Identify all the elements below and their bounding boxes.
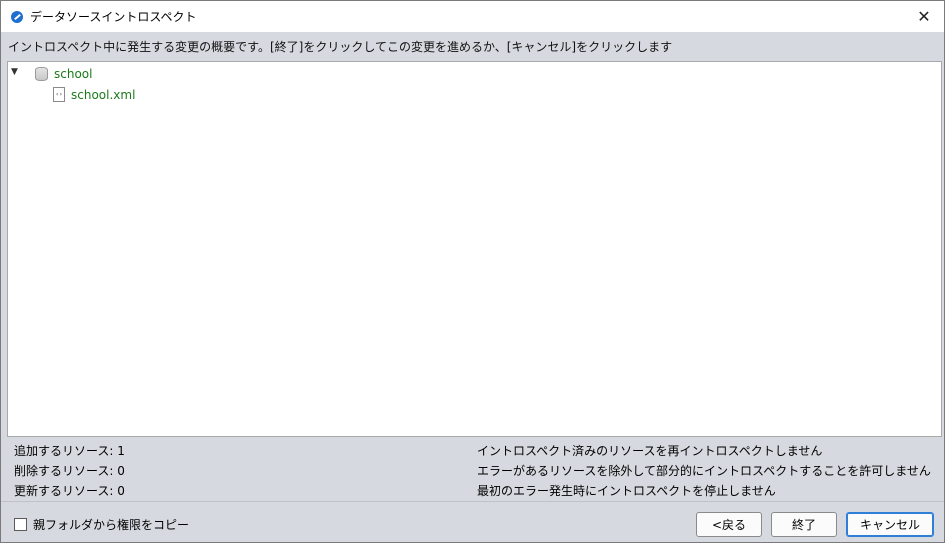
added-count: 追加するリソース: 1 [14,444,125,458]
updated-count: 更新するリソース: 0 [14,484,125,498]
cancel-button[interactable]: キャンセル [846,512,934,537]
tree-item-label: school [54,67,93,81]
window-title: データソースイントロスペクト [30,10,197,24]
tree-item-school-xml[interactable]: ‹› school.xml [53,87,135,102]
option-partial: エラーがあるリソースを除外して部分的にイントロスペクトすることを許可しません [477,464,931,478]
dialog-description: イントロスペクト中に発生する変更の概要です。[終了]をクリックしてこの変更を進め… [8,40,673,54]
tree-item-label: school.xml [71,87,136,102]
copy-permissions-option[interactable]: 親フォルダから権限をコピー [14,516,189,533]
copy-permissions-checkbox[interactable] [14,518,27,531]
deleted-count: 削除するリソース: 0 [14,464,125,478]
title-bar: データソースイントロスペクト ✕ [1,1,944,32]
close-button[interactable]: ✕ [904,1,944,32]
finish-button[interactable]: 終了 [771,512,837,537]
database-icon [35,67,48,81]
collapse-toggle-icon[interactable]: ▼ [11,67,18,77]
back-button[interactable]: <戻る [696,512,762,537]
xml-file-icon: ‹› [53,87,65,102]
tree-item-school[interactable]: school [35,67,92,81]
copy-permissions-label: 親フォルダから権限をコピー [33,518,190,532]
option-stop-on-error: 最初のエラー発生時にイントロスペクトを停止しません [477,484,776,498]
app-icon [11,10,23,23]
change-summary: 追加するリソース: 1 削除するリソース: 0 更新するリソース: 0 [14,441,125,501]
dialog-window: データソースイントロスペクト ✕ イントロスペクト中に発生する変更の概要です。[… [0,0,945,543]
introspect-options: イントロスペクト済みのリソースを再イントロスペクトしません エラーがあるリソース… [477,441,931,501]
dialog-footer: 親フォルダから権限をコピー <戻る 終了 キャンセル [1,502,944,542]
option-reintrospect: イントロスペクト済みのリソースを再イントロスペクトしません [477,444,823,458]
resource-tree[interactable]: ▼ school ‹› school.xml [7,61,942,437]
